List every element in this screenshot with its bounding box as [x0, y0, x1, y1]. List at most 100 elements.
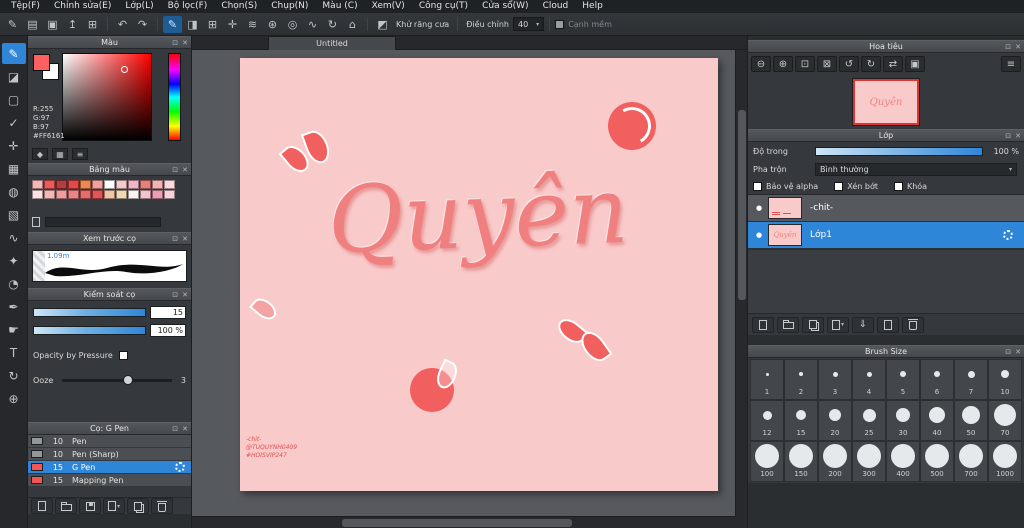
- canvas-viewport[interactable]: Quyên -chit- @TUQUYNH0409 #HOISVIP247: [192, 50, 735, 516]
- brush-size-cell[interactable]: 1: [750, 359, 784, 400]
- brush-size-cell[interactable]: 2: [784, 359, 818, 400]
- transfer-layer-icon[interactable]: [877, 316, 899, 333]
- foreground-color-swatch[interactable]: [33, 54, 50, 71]
- brush-size-cell[interactable]: 50: [954, 400, 988, 441]
- layer-row[interactable]: ● Quyên Lớp1: [748, 222, 1024, 249]
- brush-size-cell[interactable]: 1000: [988, 441, 1022, 482]
- brush-opacity-slider[interactable]: [33, 326, 146, 335]
- snap-curve-icon[interactable]: ∿: [303, 16, 322, 33]
- layer-row[interactable]: ● -chit-: [748, 195, 1024, 222]
- palette-swatch[interactable]: [164, 180, 175, 189]
- add-palette-icon[interactable]: [32, 217, 40, 227]
- palette-swatch[interactable]: [116, 190, 127, 199]
- palette-swatch[interactable]: [164, 190, 175, 199]
- add-layer-icon[interactable]: [752, 316, 774, 333]
- brush-mode-icon[interactable]: ✎: [163, 15, 182, 33]
- layer-visible-icon[interactable]: ●: [752, 231, 766, 239]
- brush-size-cell[interactable]: 40: [920, 400, 954, 441]
- brush-size-cell[interactable]: 500: [920, 441, 954, 482]
- menu-item[interactable]: Màu (C): [315, 0, 364, 13]
- brush-size-cell[interactable]: 200: [818, 441, 852, 482]
- reset-view-icon[interactable]: ▣: [905, 56, 925, 72]
- save-icon[interactable]: ▣: [43, 16, 62, 33]
- rotate-cw-icon[interactable]: ↻: [861, 56, 881, 72]
- palette-swatch[interactable]: [140, 190, 151, 199]
- brush-list-item[interactable]: 10 Pen: [28, 435, 191, 448]
- navigator-menu-icon[interactable]: ≡: [1001, 56, 1021, 72]
- snap-cross-icon[interactable]: ✛: [223, 16, 242, 33]
- color-picker-cursor[interactable]: [121, 66, 129, 74]
- text-tool[interactable]: T: [2, 342, 26, 363]
- magic-wand-tool[interactable]: ✦: [2, 250, 26, 271]
- select-cursor-icon[interactable]: ✎: [3, 16, 22, 33]
- palette-swatch[interactable]: [128, 180, 139, 189]
- delete-brush-icon[interactable]: [151, 498, 173, 514]
- snap-grid-icon[interactable]: ⊞: [203, 16, 222, 33]
- rotate-view-icon[interactable]: ↻: [323, 16, 342, 33]
- layer-visible-icon[interactable]: ●: [752, 204, 766, 212]
- palette-swatch[interactable]: [80, 180, 91, 189]
- horizontal-scrollbar[interactable]: [192, 516, 735, 528]
- adjust-dropdown[interactable]: 40 ▾: [512, 17, 545, 31]
- brush-size-cell[interactable]: 30: [886, 400, 920, 441]
- layer-opacity-slider[interactable]: [815, 146, 983, 156]
- palette-swatch[interactable]: [44, 190, 55, 199]
- menu-item[interactable]: Lớp(L): [118, 0, 160, 13]
- add-folder-icon[interactable]: [777, 316, 799, 333]
- checkbox-icon[interactable]: [834, 181, 844, 191]
- artwork-canvas[interactable]: Quyên -chit- @TUQUYNH0409 #HOISVIP247: [240, 58, 718, 491]
- layer-option[interactable]: Khóa: [893, 181, 927, 191]
- actual-size-icon[interactable]: ⊠: [817, 56, 837, 72]
- menu-item[interactable]: Chỉnh sửa(E): [47, 0, 118, 13]
- brush-size-cell[interactable]: 4: [852, 359, 886, 400]
- fit-window-icon[interactable]: ⊡: [795, 56, 815, 72]
- palette-swatch[interactable]: [152, 190, 163, 199]
- float-panel-icon[interactable]: ⊡: [1005, 346, 1011, 359]
- brush-size-cell[interactable]: 3: [818, 359, 852, 400]
- brush-size-cell[interactable]: 10: [988, 359, 1022, 400]
- lasso-tool[interactable]: ∿: [2, 227, 26, 248]
- close-panel-icon[interactable]: ✕: [1015, 130, 1021, 143]
- float-panel-icon[interactable]: ⊡: [1005, 41, 1011, 54]
- duplicate-layer-icon[interactable]: [802, 316, 824, 333]
- palette-swatch[interactable]: [152, 180, 163, 189]
- brush-size-cell[interactable]: 150: [784, 441, 818, 482]
- menu-item[interactable]: Công cụ(T): [412, 0, 475, 13]
- layer-menu-icon[interactable]: ▾: [827, 316, 849, 333]
- brush-folder-icon[interactable]: [55, 498, 77, 514]
- brush-list-item[interactable]: 15 Mapping Pen: [28, 474, 191, 487]
- palette-swatch[interactable]: [92, 180, 103, 189]
- rotate-ccw-icon[interactable]: ↺: [839, 56, 859, 72]
- zoom-tool[interactable]: ⊕: [2, 388, 26, 409]
- save-brush-icon[interactable]: [79, 498, 101, 514]
- brush-size-cell[interactable]: 400: [886, 441, 920, 482]
- brush-size-cell[interactable]: 7: [954, 359, 988, 400]
- canvas-grid-icon[interactable]: ⊞: [83, 16, 102, 33]
- palette-swatch[interactable]: [80, 190, 91, 199]
- hand-tool[interactable]: ☛: [2, 319, 26, 340]
- brush-size-slider[interactable]: [33, 308, 146, 317]
- brush-size-cell[interactable]: 12: [750, 400, 784, 441]
- brush-tool[interactable]: ✎: [1, 43, 26, 64]
- palette-swatch[interactable]: [104, 180, 115, 189]
- zoom-out-icon[interactable]: ⊖: [751, 56, 771, 72]
- brush-size-cell[interactable]: 25: [852, 400, 886, 441]
- merge-down-icon[interactable]: ⇓: [852, 316, 874, 333]
- menu-item[interactable]: Chụp(N): [264, 0, 315, 13]
- palette-swatch[interactable]: [116, 180, 127, 189]
- layer-option[interactable]: Bảo vệ alpha: [753, 181, 818, 191]
- palette-swatch[interactable]: [44, 180, 55, 189]
- select-tool[interactable]: ▦: [2, 158, 26, 179]
- menu-item[interactable]: Tệp(F): [4, 0, 47, 13]
- snap-settings-icon[interactable]: ⌂: [343, 16, 362, 33]
- undo-icon[interactable]: ↶: [113, 16, 132, 33]
- blend-mode-select[interactable]: Bình thường ▾: [815, 162, 1017, 176]
- close-panel-icon[interactable]: ✕: [1015, 346, 1021, 359]
- vertical-scrollbar[interactable]: [735, 50, 747, 516]
- pen-tool[interactable]: ✒: [2, 296, 26, 317]
- brush-list-item[interactable]: 10 Pen (Sharp): [28, 448, 191, 461]
- brush-list-item[interactable]: 15 G Pen: [28, 461, 191, 474]
- swatches-small-icon[interactable]: ▦: [52, 148, 68, 160]
- brush-size-cell[interactable]: 700: [954, 441, 988, 482]
- rectangle-tool[interactable]: ▢: [2, 89, 26, 110]
